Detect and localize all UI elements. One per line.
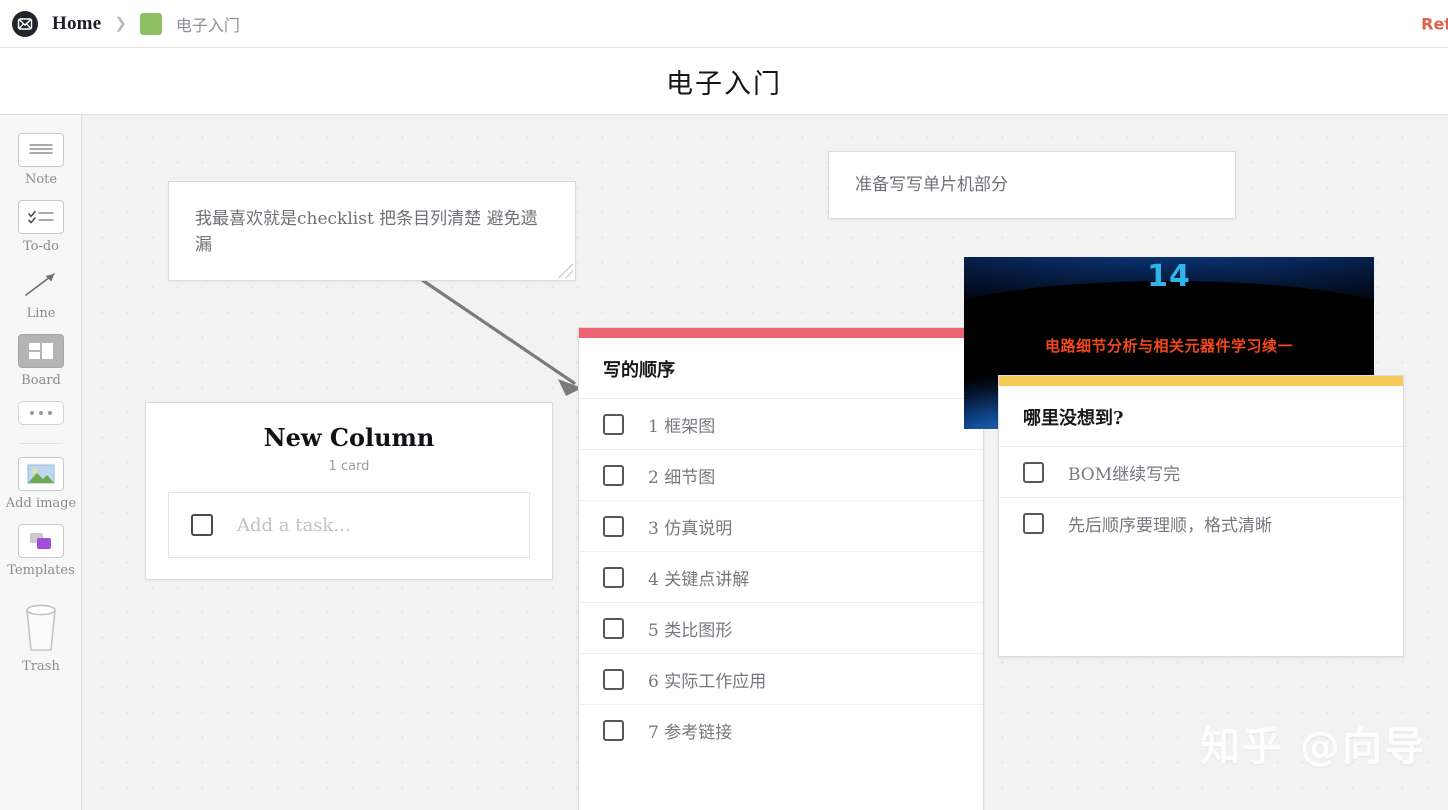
breadcrumb-board-name[interactable]: 电子入门	[176, 12, 240, 36]
image-icon	[18, 457, 64, 491]
tool-sidebar: Note To-do Line Board Add image Template…	[0, 115, 82, 810]
checklist-item-label[interactable]: 4 关键点讲解	[648, 565, 749, 590]
board-column-card[interactable]: New Column 1 card Add a task...	[145, 402, 553, 580]
board-canvas[interactable]: 我最喜欢就是checklist 把条目列清楚 避免遗漏 准备写写单片机部分 Ne…	[82, 115, 1448, 810]
sidebar-item-more[interactable]	[0, 401, 82, 430]
checklist-item-label[interactable]: 3 仿真说明	[648, 514, 732, 539]
checklist-item[interactable]: 4 关键点讲解	[579, 552, 983, 603]
checklist-item[interactable]: 7 参考链接	[579, 705, 983, 756]
checklist-accent-bar	[999, 376, 1403, 386]
checklist-item-label[interactable]: 1 框架图	[648, 412, 715, 437]
checklist-item[interactable]: 2 细节图	[579, 450, 983, 501]
note-icon	[18, 133, 64, 167]
sidebar-item-todo[interactable]: To-do	[0, 200, 82, 254]
checklist-item-label[interactable]: BOM继续写完	[1068, 460, 1180, 485]
note-card-left-text: 我最喜欢就是checklist 把条目列清楚 避免遗漏	[195, 209, 538, 256]
sidebar-label-board: Board	[21, 373, 61, 388]
board-color-swatch	[139, 12, 162, 35]
sidebar-label-add-image: Add image	[5, 496, 77, 511]
templates-icon	[18, 524, 64, 558]
sidebar-divider	[18, 443, 63, 444]
checklist-card-order[interactable]: 写的顺序 1 框架图 2 细节图 3 仿真说明 4 关键点讲解 5 类比图形 6…	[578, 327, 984, 810]
add-task-row[interactable]: Add a task...	[168, 492, 530, 558]
checklist-checkbox[interactable]	[603, 515, 624, 537]
note-card-left[interactable]: 我最喜欢就是checklist 把条目列清楚 避免遗漏	[168, 181, 576, 281]
board-column-title[interactable]: New Column	[168, 423, 530, 452]
sidebar-label-todo: To-do	[22, 239, 60, 254]
slide-number: 14	[1147, 259, 1191, 294]
checklist-item[interactable]: 1 框架图	[579, 399, 983, 450]
sidebar-item-templates[interactable]: Templates	[0, 524, 82, 578]
checklist-title[interactable]: 写的顺序	[603, 356, 959, 382]
resize-handle[interactable]	[559, 264, 573, 278]
sidebar-item-line[interactable]: Line	[0, 267, 82, 321]
checklist-checkbox[interactable]	[603, 464, 624, 486]
sidebar-label-templates: Templates	[7, 563, 75, 578]
task-checkbox[interactable]	[191, 514, 213, 536]
sidebar-label-trash: Trash	[22, 659, 60, 674]
checklist-checkbox[interactable]	[603, 413, 624, 435]
sidebar-label-line: Line	[26, 306, 56, 321]
checklist-item-label[interactable]: 先后顺序要理顺，格式清晰	[1068, 511, 1272, 536]
page-title[interactable]: 电子入门	[666, 62, 782, 101]
board-icon	[18, 334, 64, 368]
references-button[interactable]: Refer	[1421, 14, 1448, 33]
checklist-header: 写的顺序	[579, 338, 983, 399]
sidebar-item-add-image[interactable]: Add image	[0, 457, 82, 511]
board-column-count: 1 card	[328, 459, 370, 474]
checklist-item-label[interactable]: 6 实际工作应用	[648, 667, 766, 692]
top-bar: Home ❯ 电子入门 Refer	[0, 0, 1448, 48]
checklist-item[interactable]: 5 类比图形	[579, 603, 983, 654]
checklist-item-label[interactable]: 2 细节图	[648, 463, 715, 488]
note-card-top[interactable]: 准备写写单片机部分	[828, 151, 1236, 219]
checklist-item[interactable]: 先后顺序要理顺，格式清晰	[999, 498, 1403, 549]
note-card-top-text: 准备写写单片机部分	[855, 175, 1008, 195]
checklist-item[interactable]: 6 实际工作应用	[579, 654, 983, 705]
sidebar-label-note: Note	[24, 172, 58, 187]
trash-icon	[18, 600, 64, 654]
checklist-checkbox[interactable]	[1023, 513, 1044, 534]
page-title-bar: 电子入门	[0, 48, 1448, 115]
sidebar-item-trash[interactable]: Trash	[0, 600, 82, 674]
sidebar-item-board[interactable]: Board	[0, 334, 82, 388]
chevron-right-icon: ❯	[114, 15, 127, 32]
checklist-checkbox[interactable]	[1023, 461, 1044, 483]
checklist-card-missing[interactable]: 哪里没想到? BOM继续写完 先后顺序要理顺，格式清晰	[998, 375, 1404, 657]
checklist-accent-bar	[579, 328, 983, 338]
line-arrow-icon	[18, 267, 64, 301]
checklist-title[interactable]: 哪里没想到?	[1023, 404, 1379, 430]
more-dots-icon	[18, 401, 64, 425]
checklist-item[interactable]: 3 仿真说明	[579, 501, 983, 552]
add-task-placeholder[interactable]: Add a task...	[237, 515, 351, 536]
slide-subtitle: 电路细节分析与相关元器件学习续一	[1044, 337, 1293, 355]
checklist-checkbox[interactable]	[603, 720, 624, 741]
checklist-item-label[interactable]: 5 类比图形	[648, 616, 732, 641]
todo-icon	[18, 200, 64, 234]
checklist-checkbox[interactable]	[603, 617, 624, 639]
app-logo-icon[interactable]	[12, 10, 38, 37]
sidebar-item-note[interactable]: Note	[0, 133, 82, 187]
checklist-item[interactable]: BOM继续写完	[999, 447, 1403, 498]
checklist-checkbox[interactable]	[603, 668, 624, 690]
checklist-item-label[interactable]: 7 参考链接	[648, 718, 732, 743]
breadcrumb-home[interactable]: Home	[52, 13, 101, 35]
checklist-header: 哪里没想到?	[999, 386, 1403, 447]
checklist-checkbox[interactable]	[603, 566, 624, 588]
